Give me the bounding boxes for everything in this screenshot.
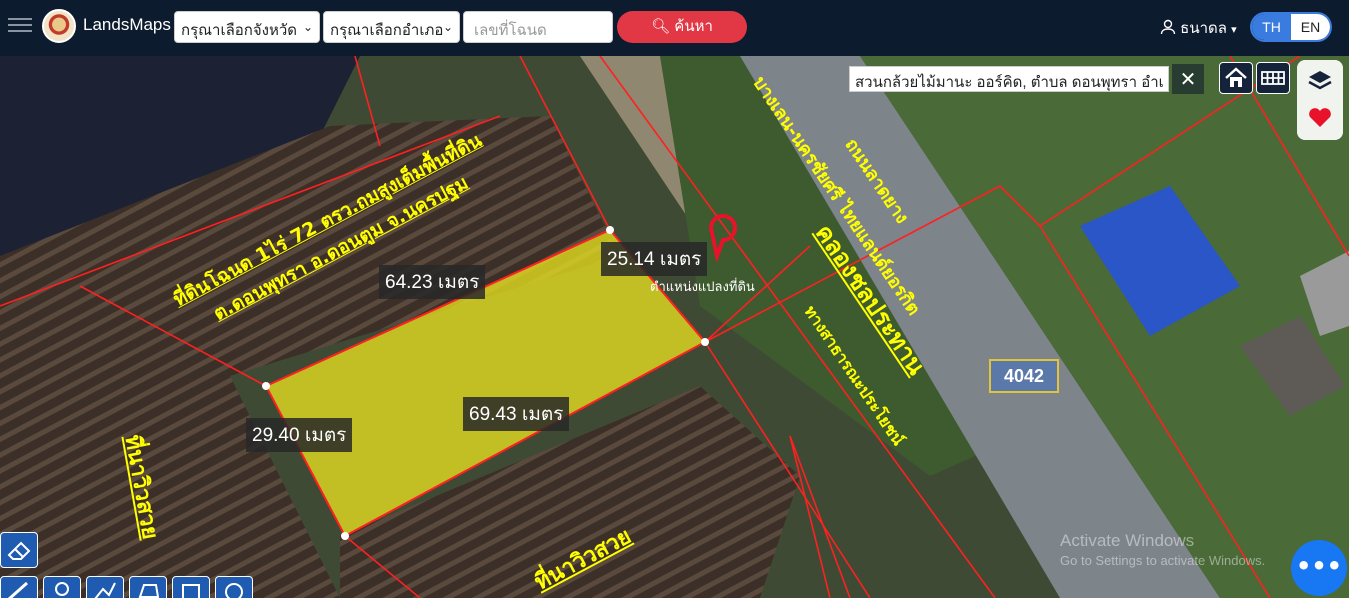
measure-top: 64.23 เมตร bbox=[379, 265, 486, 299]
rectangle-tool-button[interactable] bbox=[172, 576, 210, 598]
measure-bottom: 69.43 เมตร bbox=[463, 397, 570, 431]
circle-icon bbox=[225, 583, 243, 598]
chat-icon: ••• bbox=[1295, 552, 1343, 580]
chevron-down-icon: ▾ bbox=[1231, 24, 1237, 36]
parcel-location-label: ตำแหน่งแปลงที่ดิน bbox=[650, 279, 755, 294]
home-button[interactable] bbox=[1219, 62, 1253, 94]
user-icon bbox=[1160, 19, 1176, 35]
rectangle-icon bbox=[182, 584, 200, 598]
search-button-label: ค้นหา bbox=[674, 18, 713, 35]
chevron-down-icon: ⌄ bbox=[302, 20, 313, 34]
circle-tool-button[interactable] bbox=[215, 576, 253, 598]
amphoe-select[interactable]: กรุณาเลือกอำเภอ ⌄ bbox=[323, 11, 460, 43]
close-icon[interactable]: ✕ bbox=[1172, 64, 1204, 94]
user-name: ธนาดล bbox=[1180, 20, 1227, 37]
brand-logo[interactable] bbox=[42, 9, 76, 43]
chat-button[interactable]: ••• bbox=[1291, 540, 1347, 596]
side-control-panel bbox=[1297, 60, 1343, 140]
map-search-input[interactable]: สวนกล้วยไม้มานะ ออร์คิด, ตำบล ดอนพุทรา อ… bbox=[849, 66, 1169, 92]
grid-button[interactable] bbox=[1256, 62, 1290, 94]
ruler-tool-button[interactable] bbox=[0, 576, 38, 598]
province-select[interactable]: กรุณาเลือกจังหวัด ⌄ bbox=[174, 11, 320, 43]
location-icon bbox=[55, 582, 69, 596]
map-canvas[interactable]: 64.23 เมตร 25.14 เมตร 69.43 เมตร 29.40 เ… bbox=[0, 56, 1349, 598]
deed-number-input[interactable]: เลขที่โฉนด bbox=[463, 11, 613, 43]
heart-icon bbox=[1309, 108, 1331, 127]
layers-button[interactable] bbox=[1303, 64, 1337, 98]
ruler-icon bbox=[8, 581, 28, 598]
favorite-button[interactable] bbox=[1303, 100, 1337, 134]
measure-right: 25.14 เมตร bbox=[601, 242, 708, 276]
user-menu[interactable]: ธนาดล ▾ bbox=[1160, 16, 1237, 40]
polygon-icon bbox=[138, 584, 160, 598]
chevron-down-icon: ⌄ bbox=[442, 20, 453, 34]
grid-icon bbox=[1261, 71, 1285, 85]
watermark-line1: Activate Windows bbox=[1060, 531, 1195, 550]
lang-en-button[interactable]: EN bbox=[1291, 14, 1330, 40]
polyline-icon bbox=[94, 582, 116, 598]
measure-left: 29.40 เมตร bbox=[246, 418, 353, 452]
hamburger-menu-icon[interactable] bbox=[8, 14, 32, 38]
marker-tool-button[interactable] bbox=[43, 576, 81, 598]
satellite-imagery bbox=[0, 56, 1349, 598]
watermark-line2: Go to Settings to activate Windows. bbox=[1060, 553, 1266, 568]
eraser-icon bbox=[7, 541, 31, 560]
windows-activation-watermark: Activate Windows Go to Settings to activ… bbox=[1060, 531, 1265, 568]
layers-icon bbox=[1308, 71, 1332, 90]
polygon-tool-button[interactable] bbox=[129, 576, 167, 598]
line-tool-button[interactable] bbox=[86, 576, 124, 598]
province-select-value: กรุณาเลือกจังหวัด bbox=[181, 22, 298, 39]
home-icon bbox=[1225, 67, 1247, 87]
eraser-tool-button[interactable] bbox=[0, 532, 38, 568]
amphoe-select-value: กรุณาเลือกอำเภอ bbox=[330, 22, 444, 39]
search-button[interactable]: 🔍︎ ค้นหา bbox=[617, 11, 747, 43]
lang-th-button[interactable]: TH bbox=[1252, 14, 1291, 40]
search-icon: 🔍︎ bbox=[651, 18, 671, 35]
top-navbar: LandsMaps กรุณาเลือกจังหวัด ⌄ กรุณาเลือก… bbox=[0, 0, 1349, 56]
brand-name[interactable]: LandsMaps bbox=[83, 15, 171, 35]
road-number-sign: 4042 bbox=[989, 359, 1059, 393]
language-switch[interactable]: TH EN bbox=[1250, 12, 1332, 42]
